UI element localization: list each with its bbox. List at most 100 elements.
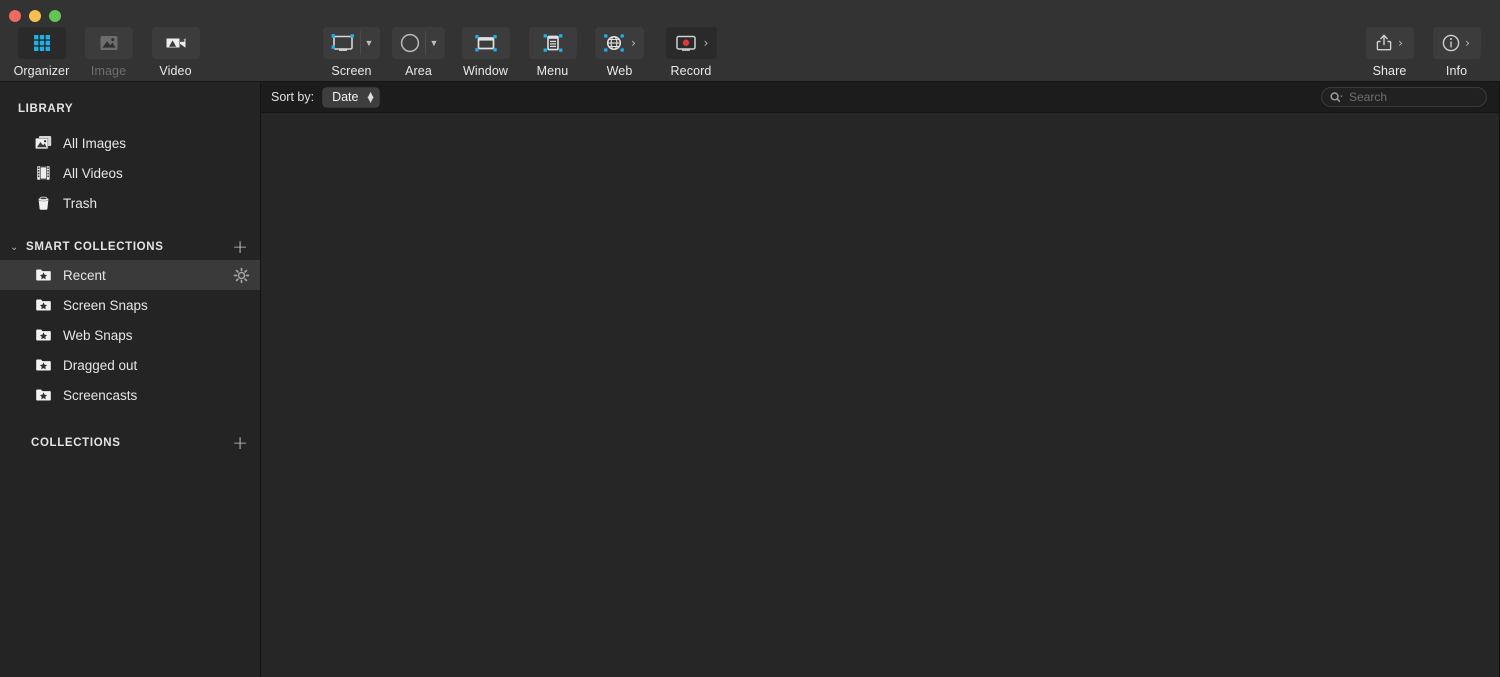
toolbar-capture-group: ▼ Screen ▼ Area Window Menu › Web › Reco… xyxy=(318,27,729,78)
sidebar-item-all-images[interactable]: All Images xyxy=(0,128,260,158)
toolbar-label-info: Info xyxy=(1445,64,1468,78)
app-window: Organizer Image Video ▼ Screen ▼ Area Wi… xyxy=(0,0,1500,677)
sidebar-section-collections[interactable]: COLLECTIONS + xyxy=(0,430,260,456)
toolbar-button-video[interactable]: Video xyxy=(142,27,209,78)
toolbar-button-menu[interactable]: Menu xyxy=(519,27,586,78)
info-button-face: › xyxy=(1432,27,1481,59)
sort-by-label: Sort by: xyxy=(271,90,315,104)
sidebar-section-title-library: LIBRARY xyxy=(18,103,74,115)
toolbar-label-organizer: Organizer xyxy=(13,64,70,78)
toolbar-button-image[interactable]: Image xyxy=(75,27,142,78)
window-capture-icon xyxy=(474,35,497,52)
screen-button-divider xyxy=(360,31,361,55)
share-button-face: › xyxy=(1365,27,1414,59)
search-placeholder: Search xyxy=(1349,90,1388,104)
grid-icon xyxy=(33,35,50,51)
add-collection-button[interactable]: + xyxy=(232,434,248,453)
sidebar-label-screencasts: Screencasts xyxy=(63,387,138,403)
video-button-face xyxy=(151,27,200,59)
smart-folder-icon xyxy=(36,299,51,311)
search-field[interactable]: Search xyxy=(1321,87,1487,107)
sidebar-item-recent[interactable]: Recent xyxy=(0,260,260,290)
toolbar-label-share: Share xyxy=(1372,64,1407,78)
chevron-right-icon[interactable]: › xyxy=(628,37,639,49)
main-body: LIBRARY All Images All Videos Trash ⌄ SM… xyxy=(0,82,1500,677)
sort-by-select[interactable]: Date ▲ ▼ xyxy=(323,87,379,107)
toolbar-button-window[interactable]: Window xyxy=(452,27,519,78)
sidebar-item-screen-snaps[interactable]: Screen Snaps xyxy=(0,290,260,320)
sort-bar: Sort by: Date ▲ ▼ Search xyxy=(261,82,1499,113)
chevron-right-icon[interactable]: › xyxy=(701,37,712,49)
toolbar-button-screen[interactable]: ▼ Screen xyxy=(318,27,385,78)
toolbar-label-area: Area xyxy=(405,64,432,78)
image-icon xyxy=(100,36,117,50)
toolbar-button-record[interactable]: › Record xyxy=(653,27,729,78)
toolbar: Organizer Image Video ▼ Screen ▼ Area Wi… xyxy=(0,0,1500,82)
close-button[interactable] xyxy=(9,10,21,22)
chevron-right-icon[interactable]: › xyxy=(1395,37,1406,49)
chevron-down-icon[interactable]: ▼ xyxy=(363,38,375,48)
menu-button-face xyxy=(528,27,577,59)
toolbar-label-screen: Screen xyxy=(331,64,372,78)
sidebar-label-screen-snaps: Screen Snaps xyxy=(63,297,148,313)
screen-capture-icon xyxy=(331,34,354,51)
sidebar: LIBRARY All Images All Videos Trash ⌄ SM… xyxy=(0,82,261,677)
web-button-face: › xyxy=(595,27,644,59)
chevron-down-icon[interactable]: ▼ xyxy=(428,38,440,48)
gear-icon[interactable] xyxy=(233,267,250,284)
all-videos-icon xyxy=(37,166,50,180)
sidebar-item-screencasts[interactable]: Screencasts xyxy=(0,380,260,410)
sidebar-label-recent: Recent xyxy=(63,267,106,283)
toolbar-button-organizer[interactable]: Organizer xyxy=(8,27,75,78)
smart-folder-icon xyxy=(36,359,51,371)
toolbar-button-info[interactable]: › Info xyxy=(1423,27,1490,78)
globe-capture-icon xyxy=(604,34,624,52)
sort-by-value: Date xyxy=(332,90,359,104)
search-icon[interactable] xyxy=(1329,91,1344,104)
video-camera-icon xyxy=(166,38,185,48)
record-screen-icon xyxy=(675,35,696,51)
thumbnail-grid[interactable] xyxy=(261,113,1499,677)
menu-capture-icon xyxy=(543,34,562,52)
toolbar-label-window: Window xyxy=(462,64,509,78)
toolbar-button-area[interactable]: ▼ Area xyxy=(385,27,452,78)
chevron-down-icon[interactable]: ⌄ xyxy=(10,242,26,253)
window-button-face xyxy=(461,27,510,59)
sidebar-label-all-videos: All Videos xyxy=(63,165,123,181)
sidebar-section-library: LIBRARY xyxy=(0,96,260,122)
minimize-button[interactable] xyxy=(29,10,41,22)
sidebar-item-trash[interactable]: Trash xyxy=(0,188,260,218)
area-button-divider xyxy=(425,31,426,55)
organizer-button-face xyxy=(17,27,66,59)
sidebar-section-title-collections: COLLECTIONS xyxy=(31,437,121,449)
stepper-icon: ▲ ▼ xyxy=(367,90,374,104)
sidebar-item-all-videos[interactable]: All Videos xyxy=(0,158,260,188)
image-button-face xyxy=(84,27,133,59)
zoom-button[interactable] xyxy=(49,10,61,22)
toolbar-label-menu: Menu xyxy=(536,64,569,78)
smart-folder-icon xyxy=(36,269,51,281)
trash-icon xyxy=(38,196,49,210)
toolbar-mode-group: Organizer Image Video xyxy=(8,27,209,78)
toolbar-label-record: Record xyxy=(670,64,712,78)
toolbar-label-web: Web xyxy=(606,64,633,78)
record-button-face: › xyxy=(665,27,717,59)
sidebar-label-dragged-out: Dragged out xyxy=(63,357,138,373)
circle-area-icon xyxy=(400,33,420,53)
content-area: Sort by: Date ▲ ▼ Search xyxy=(261,82,1500,677)
toolbar-button-share[interactable]: › Share xyxy=(1356,27,1423,78)
sidebar-section-title-smart-collections: SMART COLLECTIONS xyxy=(26,241,164,253)
screen-button-face: ▼ xyxy=(323,27,380,59)
share-icon xyxy=(1376,34,1392,51)
toolbar-button-web[interactable]: › Web xyxy=(586,27,653,78)
chevron-right-icon[interactable]: › xyxy=(1462,37,1473,49)
add-smart-collection-button[interactable]: + xyxy=(232,238,248,257)
all-images-icon xyxy=(35,136,52,149)
sidebar-item-web-snaps[interactable]: Web Snaps xyxy=(0,320,260,350)
sidebar-label-web-snaps: Web Snaps xyxy=(63,327,133,343)
sidebar-item-dragged-out[interactable]: Dragged out xyxy=(0,350,260,380)
toolbar-actions-group: › Share › Info xyxy=(1356,27,1490,78)
smart-folder-icon xyxy=(36,329,51,341)
sidebar-section-smart-collections[interactable]: ⌄ SMART COLLECTIONS + xyxy=(0,234,260,260)
toolbar-label-image: Image xyxy=(90,64,127,78)
